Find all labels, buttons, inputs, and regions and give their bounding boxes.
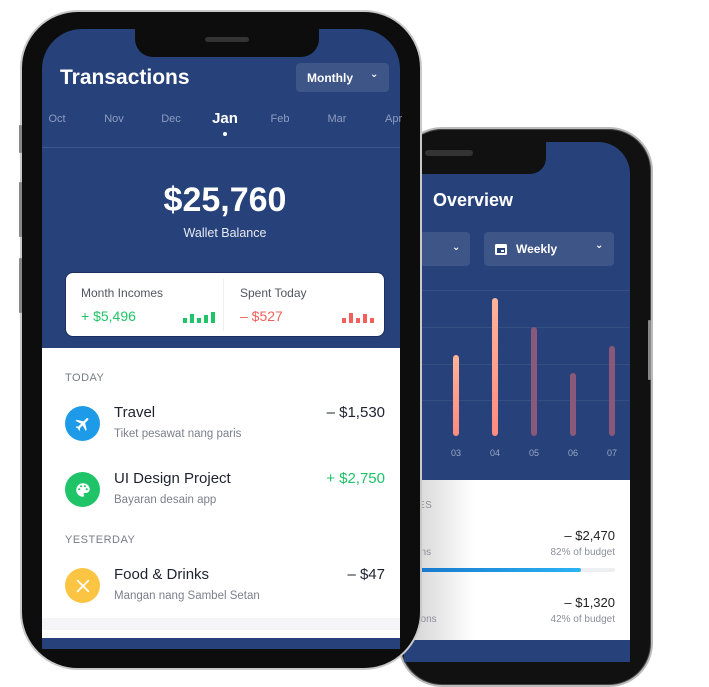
weekly-dropdown[interactable]: Weekly ⌄ — [484, 232, 614, 266]
period-label: Monthly — [307, 70, 353, 85]
transaction-title: UI Design Project — [114, 470, 231, 487]
transaction-amount: – $47 — [347, 566, 385, 583]
summary-card: Month Incomes + $5,496 Spent Today – $52… — [65, 272, 385, 337]
notch — [135, 27, 319, 57]
income-sparkbar-icon — [183, 311, 215, 323]
month-tab-dec[interactable]: Dec — [151, 113, 191, 125]
speaker — [205, 37, 249, 42]
page-title: Transactions — [60, 66, 190, 89]
progress-fill — [404, 568, 581, 572]
palette-category-icon — [65, 472, 100, 507]
utensils-icon — [74, 577, 92, 595]
month-tab-apr[interactable]: Apr — [385, 113, 405, 125]
month-tab-oct[interactable]: Oct — [37, 113, 77, 125]
chart-bar — [453, 354, 459, 436]
calendar-icon — [495, 244, 507, 255]
income-value: + $5,496 — [81, 308, 136, 324]
chevron-down-icon: ⌄ — [595, 240, 604, 251]
divider — [223, 279, 224, 331]
transaction-amount: + $2,750 — [326, 470, 385, 487]
month-tab-nov[interactable]: Nov — [94, 113, 134, 125]
divider — [42, 147, 400, 148]
gridline — [404, 400, 630, 401]
section-header: TODAY — [65, 372, 105, 384]
notch — [404, 140, 546, 174]
section-header: YESTERDAY — [65, 534, 136, 546]
transaction-title: Food & Drinks — [114, 566, 210, 583]
x-tick-label: 05 — [528, 448, 539, 458]
transaction-subtitle: Tiket pesawat nang paris — [114, 428, 242, 440]
side-button — [648, 320, 651, 380]
month-tab-jan[interactable]: Jan — [205, 110, 245, 127]
budget-percent: 42% of budget — [550, 614, 616, 625]
airplane-icon — [74, 415, 92, 433]
chart-bar — [531, 326, 537, 436]
weekly-label: Weekly — [516, 242, 558, 256]
spent-value: – $527 — [240, 308, 283, 324]
overview-title: Overview — [433, 190, 514, 210]
month-tab-mar[interactable]: Mar — [317, 113, 357, 125]
income-label: Month Incomes — [81, 286, 164, 300]
volume-down-button — [19, 258, 22, 313]
gridline — [404, 364, 630, 365]
gridline — [404, 290, 630, 291]
selected-month-dot — [223, 132, 227, 136]
x-tick-label: 04 — [489, 448, 500, 458]
palette-icon — [74, 481, 92, 499]
x-tick-label: 06 — [567, 448, 578, 458]
period-dropdown[interactable]: Monthly ⌄ — [296, 63, 389, 92]
speaker — [425, 150, 473, 156]
wallet-balance: $25,760 — [163, 181, 287, 219]
x-tick-label: 03 — [450, 448, 461, 458]
budget-progress-bar — [404, 568, 615, 572]
utensils-category-icon — [65, 568, 100, 603]
x-tick-label: 07 — [606, 448, 617, 458]
month-tab-feb[interactable]: Feb — [260, 113, 300, 125]
chevron-down-icon: ⌄ — [370, 69, 379, 80]
transaction-title: Travel — [114, 404, 156, 421]
transaction-subtitle: Bayaran desain app — [114, 494, 217, 506]
budget-percent: 82% of budget — [550, 547, 616, 558]
budget-amount: – $1,320 — [564, 595, 615, 610]
spent-label: Spent Today — [240, 286, 307, 300]
mute-switch — [19, 125, 22, 153]
airplane-category-icon — [65, 406, 100, 441]
spent-sparkbar-icon — [342, 311, 374, 323]
chart-bar — [570, 372, 576, 436]
chart-bar — [609, 346, 615, 436]
budget-amount: – $2,470 — [564, 528, 615, 543]
chart-bar — [492, 298, 498, 436]
transaction-amount: – $1,530 — [326, 404, 385, 421]
volume-up-button — [19, 182, 22, 237]
wallet-balance-label: Wallet Balance — [183, 226, 267, 240]
bottom-fade — [42, 618, 400, 630]
transaction-subtitle: Mangan nang Sambel Setan — [114, 590, 260, 602]
gridline — [404, 327, 630, 328]
chevron-down-icon: ⌄ — [452, 242, 461, 253]
